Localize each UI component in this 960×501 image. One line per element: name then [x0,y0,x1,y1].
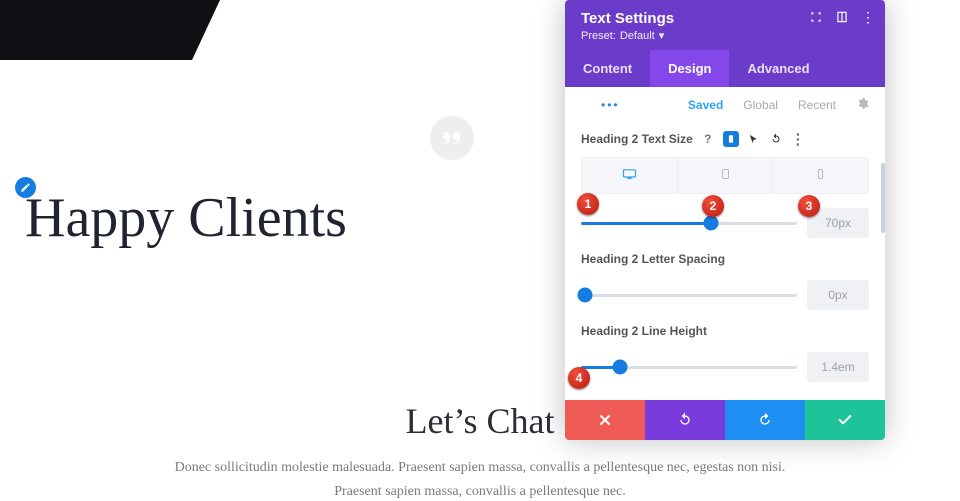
annotation-1: 1 [577,193,599,215]
field-kebab-icon[interactable]: ⋮ [791,132,805,146]
slider-line-height[interactable] [581,366,797,369]
save-button[interactable] [805,400,885,440]
field-letter-spacing: Heading 2 Letter Spacing 0px [581,252,869,310]
snap-icon[interactable] [835,10,849,24]
subtab-global[interactable]: Global [743,98,778,112]
panel-header[interactable]: Text Settings Preset: Default ▾ ⋮ [565,0,885,50]
quote-icon [430,116,474,160]
panel-tabs: Content Design Advanced [565,50,885,87]
responsive-phone-icon[interactable] [723,131,739,147]
slider-letter-spacing[interactable] [581,294,797,297]
preset-dropdown[interactable]: Preset: Default ▾ [581,29,869,42]
section-body: Donec sollicitudin molestie malesuada. P… [0,456,960,501]
subtabs: ••• Saved Global Recent [565,87,885,117]
device-segmented [581,157,869,194]
tab-advanced[interactable]: Advanced [729,50,827,87]
scrollbar[interactable] [881,163,885,233]
subtab-recent[interactable]: Recent [798,98,836,112]
undo-button[interactable] [645,400,725,440]
page-heading: Happy Clients [25,186,347,250]
tab-design[interactable]: Design [650,50,729,87]
header-wedge [0,0,248,60]
help-icon[interactable]: ? [701,132,715,146]
label-text-size: Heading 2 Text Size [581,132,693,146]
more-dots-icon[interactable]: ••• [601,98,620,112]
device-phone[interactable] [772,158,868,193]
hover-cursor-icon[interactable] [747,132,761,146]
label-letter-spacing: Heading 2 Letter Spacing [581,252,725,266]
expand-icon[interactable] [809,10,823,24]
slider-text-size[interactable] [581,222,797,225]
subtab-saved[interactable]: Saved [688,98,723,112]
cancel-button[interactable] [565,400,645,440]
gear-icon[interactable] [856,97,869,113]
field-text-size: Heading 2 Text Size ? ⋮ [581,131,869,238]
annotation-3: 3 [798,195,820,217]
device-tablet[interactable] [677,158,773,193]
annotation-2: 2 [702,195,724,217]
value-letter-spacing[interactable]: 0px [807,280,869,310]
annotation-4: 4 [568,367,590,389]
field-line-height: Heading 2 Line Height 1.4em [581,324,869,382]
tab-content[interactable]: Content [565,50,650,87]
settings-panel: Text Settings Preset: Default ▾ ⋮ Conten… [565,0,885,440]
kebab-icon[interactable]: ⋮ [861,10,875,24]
chevron-down-icon: ▾ [659,29,665,42]
reset-icon[interactable] [769,132,783,146]
value-line-height[interactable]: 1.4em [807,352,869,382]
panel-footer [565,400,885,440]
label-line-height: Heading 2 Line Height [581,324,707,338]
redo-button[interactable] [725,400,805,440]
device-desktop[interactable] [582,158,677,193]
